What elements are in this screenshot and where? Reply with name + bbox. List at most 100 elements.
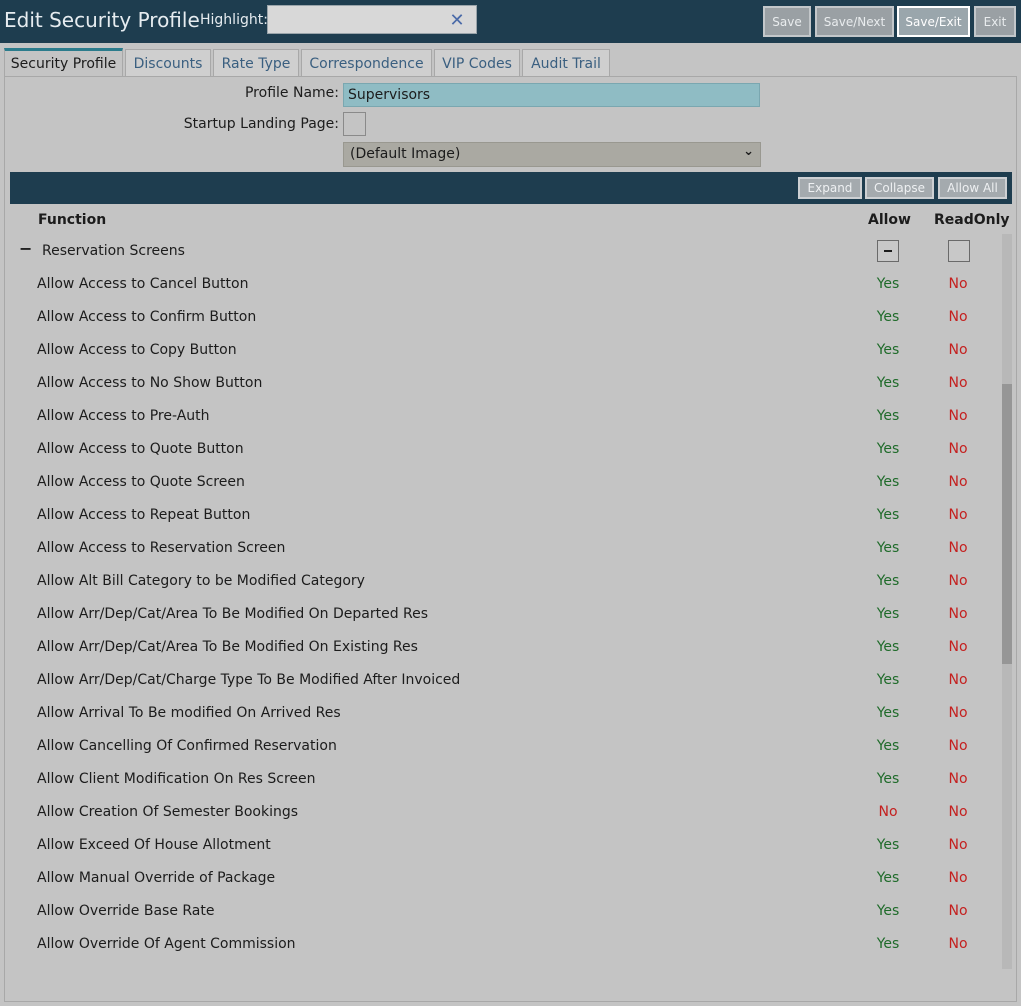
readonly-value[interactable]: No (946, 309, 970, 325)
readonly-value[interactable]: No (946, 738, 970, 754)
scrollbar[interactable] (1002, 234, 1012, 969)
save-next-button[interactable]: Save/Next (815, 6, 894, 37)
table-row[interactable]: Allow Override Of Agent Commission Yes No (10, 930, 995, 963)
allow-value[interactable]: Yes (876, 408, 900, 424)
table-row[interactable]: Allow Override of Charge to AreaNoNo (10, 963, 995, 969)
function-name: Allow Override Base Rate (37, 903, 215, 919)
image-select-value: (Default Image) (350, 146, 461, 162)
table-row[interactable]: Allow Creation Of Semester Bookings No No (10, 798, 995, 831)
table-row[interactable]: Allow Arr/Dep/Cat/Area To Be Modified On… (10, 600, 995, 633)
readonly-value[interactable]: No (946, 474, 970, 490)
readonly-value[interactable]: No (946, 573, 970, 589)
table-row[interactable]: Allow Manual Override of Package Yes No (10, 864, 995, 897)
allow-value[interactable]: Yes (876, 870, 900, 886)
exit-button[interactable]: Exit (974, 6, 1016, 37)
tab-discounts[interactable]: Discounts (125, 49, 211, 77)
allow-value[interactable]: Yes (876, 639, 900, 655)
table-row[interactable]: Allow Access to Reservation Screen Yes No (10, 534, 995, 567)
startup-landing-picker[interactable] (343, 112, 366, 136)
allow-value[interactable]: Yes (876, 771, 900, 787)
collapse-minus-icon[interactable]: − (19, 239, 32, 258)
table-row[interactable]: Allow Exceed Of House Allotment Yes No (10, 831, 995, 864)
readonly-value[interactable]: No (946, 375, 970, 391)
readonly-value[interactable]: No (946, 507, 970, 523)
table-row[interactable]: Allow Override Base Rate Yes No (10, 897, 995, 930)
save-exit-button[interactable]: Save/Exit (897, 6, 970, 37)
allow-value[interactable]: Yes (876, 540, 900, 556)
readonly-value[interactable]: No (946, 903, 970, 919)
tab-correspondence[interactable]: Correspondence (301, 49, 432, 77)
table-row[interactable]: Allow Access to No Show Button Yes No (10, 369, 995, 402)
readonly-value[interactable]: No (946, 606, 970, 622)
allow-value[interactable]: Yes (876, 276, 900, 292)
scrollbar-thumb[interactable] (1002, 384, 1012, 664)
tab-audit-trail[interactable]: Audit Trail (522, 49, 610, 77)
allow-value[interactable]: Yes (876, 573, 900, 589)
allow-value[interactable]: Yes (876, 837, 900, 853)
allow-value[interactable]: Yes (876, 738, 900, 754)
allow-value[interactable]: Yes (876, 606, 900, 622)
allow-all-button[interactable]: Allow All (938, 177, 1007, 199)
table-row[interactable]: Allow Access to Repeat Button Yes No (10, 501, 995, 534)
column-header-function: Function (38, 212, 107, 228)
readonly-value[interactable]: No (946, 408, 970, 424)
tab-rate-type[interactable]: Rate Type (213, 49, 299, 77)
group-readonly-checkbox[interactable] (948, 240, 970, 262)
table-row[interactable]: Allow Arr/Dep/Cat/Area To Be Modified On… (10, 633, 995, 666)
function-name: Allow Cancelling Of Confirmed Reservatio… (37, 738, 337, 754)
table-row[interactable]: Allow Access to Copy Button Yes No (10, 336, 995, 369)
readonly-value[interactable]: No (946, 639, 970, 655)
function-name: Allow Arr/Dep/Cat/Charge Type To Be Modi… (37, 672, 461, 688)
readonly-value[interactable]: No (946, 276, 970, 292)
table-row[interactable]: Allow Cancelling Of Confirmed Reservatio… (10, 732, 995, 765)
allow-value[interactable]: Yes (876, 309, 900, 325)
highlight-input[interactable] (268, 6, 440, 33)
image-select[interactable]: (Default Image) ⌄ (343, 142, 761, 167)
table-row[interactable]: Allow Alt Bill Category to be Modified C… (10, 567, 995, 600)
column-header-readonly: ReadOnly (934, 212, 1010, 228)
function-name: Allow Manual Override of Package (37, 870, 276, 886)
table-row[interactable]: Allow Access to Quote Screen Yes No (10, 468, 995, 501)
expand-button[interactable]: Expand (798, 177, 862, 199)
table-row[interactable]: Allow Access to Pre-Auth Yes No (10, 402, 995, 435)
readonly-value[interactable]: No (946, 441, 970, 457)
save-button[interactable]: Save (763, 6, 811, 37)
readonly-value[interactable]: No (946, 705, 970, 721)
readonly-value[interactable]: No (946, 771, 970, 787)
group-allow-checkbox[interactable] (877, 240, 899, 262)
profile-name-input[interactable] (343, 83, 760, 107)
allow-value[interactable]: Yes (876, 342, 900, 358)
allow-value[interactable]: Yes (876, 903, 900, 919)
table-row[interactable]: Allow Access to Cancel Button Yes No (10, 270, 995, 303)
close-icon[interactable]: ✕ (446, 9, 468, 31)
readonly-value[interactable]: No (946, 804, 970, 820)
allow-value[interactable]: Yes (876, 441, 900, 457)
allow-value[interactable]: Yes (876, 672, 900, 688)
table-row[interactable]: Allow Arr/Dep/Cat/Charge Type To Be Modi… (10, 666, 995, 699)
tab-security-profile[interactable]: Security Profile (4, 48, 123, 77)
allow-value[interactable]: No (876, 804, 900, 820)
tab-vip-codes[interactable]: VIP Codes (434, 49, 520, 77)
allow-value[interactable]: Yes (876, 375, 900, 391)
function-name: Allow Access to Quote Screen (37, 474, 245, 490)
readonly-value[interactable]: No (946, 342, 970, 358)
readonly-value[interactable]: No (946, 540, 970, 556)
table-row[interactable]: Allow Arrival To Be modified On Arrived … (10, 699, 995, 732)
function-name: Allow Access to Pre-Auth (37, 408, 210, 424)
collapse-button[interactable]: Collapse (865, 177, 934, 199)
readonly-value[interactable]: No (946, 870, 970, 886)
column-header-allow: Allow (868, 212, 911, 228)
readonly-value[interactable]: No (946, 837, 970, 853)
allow-value[interactable]: Yes (876, 705, 900, 721)
readonly-value[interactable]: No (946, 672, 970, 688)
table-row[interactable]: Allow Access to Confirm Button Yes No (10, 303, 995, 336)
readonly-value[interactable]: No (946, 936, 970, 952)
group-row-reservation-screens: − Reservation Screens (10, 239, 995, 267)
table-row[interactable]: Allow Access to Quote Button Yes No (10, 435, 995, 468)
table-row[interactable]: Allow Client Modification On Res Screen Y… (10, 765, 995, 798)
allow-value[interactable]: Yes (876, 936, 900, 952)
allow-value[interactable]: Yes (876, 507, 900, 523)
group-label: Reservation Screens (42, 243, 185, 259)
allow-value[interactable]: Yes (876, 474, 900, 490)
function-name: Allow Arrival To Be modified On Arrived … (37, 705, 341, 721)
